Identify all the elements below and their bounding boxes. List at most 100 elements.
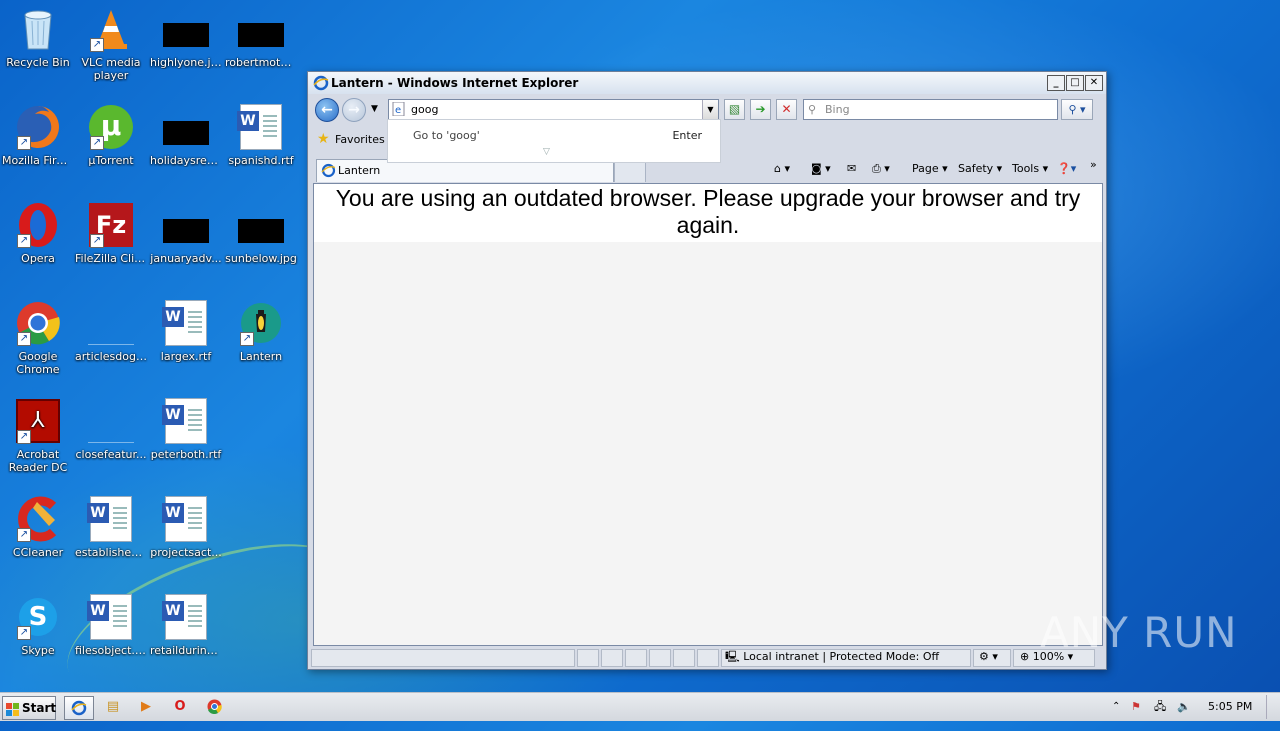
taskbar-opera-icon[interactable]: O xyxy=(166,696,194,718)
filezilla-icon: Fz ↗ xyxy=(88,202,134,248)
desktop-icon-articlesdog[interactable]: articlesdog.... xyxy=(73,300,149,363)
recent-pages-dropdown-icon[interactable]: ▼ xyxy=(371,104,378,114)
tools-menu[interactable]: Tools ▾ xyxy=(1012,162,1048,176)
icon-label: filesobject.rtf xyxy=(75,644,148,657)
shortcut-arrow-icon: ↗ xyxy=(17,234,31,248)
search-button[interactable]: ⚲ ▾ xyxy=(1061,99,1093,120)
expand-suggestions-icon[interactable]: ▽ xyxy=(543,147,550,157)
desktop-icon-sunbelow[interactable]: sunbelow.jpg xyxy=(223,202,299,265)
intranet-icon: 🖳 xyxy=(725,650,740,663)
desktop-icon-closefeatur[interactable]: closefeatur... xyxy=(73,398,149,461)
safety-menu[interactable]: Safety ▾ xyxy=(958,162,1002,176)
desktop-icon-recycle-bin[interactable]: Recycle Bin xyxy=(0,6,76,69)
back-button[interactable]: ← xyxy=(315,98,339,122)
search-box[interactable]: ⚲ Bing xyxy=(803,99,1058,120)
desktop-icon-peterboth[interactable]: W peterboth.rtf xyxy=(148,398,224,461)
icon-label: Google Chrome xyxy=(16,350,60,376)
address-bar[interactable]: e goog ▼ xyxy=(388,99,719,120)
desktop-icon-robertmotor[interactable]: robertmotor... xyxy=(223,6,299,69)
desktop-icon-vlc[interactable]: ↗ VLC media player xyxy=(73,6,149,82)
desktop-icon-highlyone[interactable]: highlyone.jpg xyxy=(148,6,224,69)
go-to-suggestion[interactable]: Go to 'goog' xyxy=(413,129,480,142)
status-segment xyxy=(673,649,695,667)
desktop-icon-established[interactable]: W established... xyxy=(73,496,149,559)
file-thumbnail-icon xyxy=(88,300,134,346)
desktop-icon-filesobject[interactable]: W filesobject.rtf xyxy=(73,594,149,657)
close-button[interactable]: ✕ xyxy=(1085,75,1103,91)
desktop-icon-acrobat-reader[interactable]: ⅄ ↗ Acrobat Reader DC xyxy=(0,398,76,474)
start-button[interactable]: Start xyxy=(2,696,56,720)
zone-indicator[interactable]: 🖳 Local intranet | Protected Mode: Off xyxy=(725,648,939,666)
volume-icon[interactable]: 🔈 xyxy=(1177,693,1191,721)
page-menu[interactable]: Page ▾ xyxy=(912,162,948,176)
taskbar-chrome-icon[interactable] xyxy=(200,696,228,718)
icon-label: closefeatur... xyxy=(75,448,147,461)
desktop-icon-ccleaner[interactable]: ↗ CCleaner xyxy=(0,496,76,559)
opera-icon: ↗ xyxy=(15,202,61,248)
icon-label: peterboth.rtf xyxy=(150,448,222,461)
desktop-icon-projectsact[interactable]: W projectsact... xyxy=(148,496,224,559)
ccleaner-icon: ↗ xyxy=(15,496,61,542)
desktop-icon-retailduring[interactable]: W retailduring.rtf xyxy=(148,594,224,657)
lantern-icon: ↗ xyxy=(238,300,284,346)
more-commands-icon[interactable]: » xyxy=(1090,158,1097,172)
word-document-icon: W xyxy=(162,300,209,346)
feeds-icon[interactable]: ◙ ▾ xyxy=(811,162,831,176)
title-bar[interactable]: Lantern - Windows Internet Explorer _ □ … xyxy=(308,72,1106,94)
network-icon[interactable]: 🖧 xyxy=(1154,693,1166,721)
desktop-icon-spanishd[interactable]: W spanishd.rtf xyxy=(223,104,299,167)
desktop-icon-lantern[interactable]: ↗ Lantern xyxy=(223,300,299,363)
desktop-icon-opera[interactable]: ↗ Opera xyxy=(0,202,76,265)
desktop-icon-firefox[interactable]: ↗ Mozilla Firefox xyxy=(0,104,76,167)
help-icon[interactable]: ❓▾ xyxy=(1057,162,1076,176)
taskbar-explorer-icon[interactable]: ▤ xyxy=(99,696,127,718)
action-center-flag-icon[interactable]: ⚑ xyxy=(1131,693,1141,721)
minimize-button[interactable]: _ xyxy=(1047,75,1065,91)
taskbar-ie-icon[interactable] xyxy=(64,696,94,720)
read-mail-icon[interactable]: ✉ xyxy=(847,162,856,176)
icon-label: articlesdog.... xyxy=(75,350,149,363)
zoom-icon: ⊕ xyxy=(1020,650,1030,663)
shortcut-arrow-icon: ↗ xyxy=(90,38,104,52)
image-thumbnail-icon xyxy=(238,202,284,248)
home-icon[interactable]: ⌂ ▾ xyxy=(774,162,790,176)
address-input[interactable]: goog xyxy=(411,100,438,119)
show-desktop-button[interactable] xyxy=(1266,695,1279,719)
desktop-icon-januaryadv[interactable]: januaryadv... xyxy=(148,202,224,265)
desktop-icon-filezilla[interactable]: Fz ↗ FileZilla Client xyxy=(73,202,149,265)
compatibility-view-button[interactable]: ▧ xyxy=(724,99,745,120)
icon-label: VLC media player xyxy=(81,56,141,82)
vlc-cone-icon: ↗ xyxy=(88,6,134,52)
print-icon[interactable]: ⎙ ▾ xyxy=(872,162,890,176)
maximize-button[interactable]: □ xyxy=(1066,75,1084,91)
outdated-browser-message: You are using an outdated browser. Pleas… xyxy=(314,184,1102,242)
desktop-icon-utorrent[interactable]: µ ↗ µTorrent xyxy=(73,104,149,167)
icon-label: largex.rtf xyxy=(160,350,212,363)
skype-icon: S ↗ xyxy=(15,594,61,640)
acrobat-icon: ⅄ ↗ xyxy=(15,398,61,444)
desktop-icon-google-chrome[interactable]: ↗ Google Chrome xyxy=(0,300,76,376)
shortcut-arrow-icon: ↗ xyxy=(17,136,31,150)
image-thumbnail-icon xyxy=(163,202,209,248)
desktop-icon-skype[interactable]: S ↗ Skype xyxy=(0,594,76,657)
show-hidden-icons-button[interactable]: ⌃ xyxy=(1112,693,1120,721)
word-document-icon: W xyxy=(162,496,209,542)
shortcut-arrow-icon: ↗ xyxy=(90,234,104,248)
forward-button[interactable]: → xyxy=(342,98,366,122)
icon-label: spanishd.rtf xyxy=(228,154,294,167)
taskbar-media-player-icon[interactable]: ▶ xyxy=(132,696,160,718)
image-thumbnail-icon xyxy=(163,104,209,150)
favorites-button[interactable]: Favorites xyxy=(335,133,385,146)
anyrun-watermark: ANY RUN xyxy=(1040,608,1238,657)
stop-button[interactable]: ✕ xyxy=(776,99,797,120)
taskbar-clock[interactable]: 5:05 PM xyxy=(1208,693,1252,721)
go-arrow-button[interactable]: ➔ xyxy=(750,99,771,120)
enter-hint: Enter xyxy=(672,129,702,142)
shortcut-arrow-icon: ↗ xyxy=(17,430,31,444)
desktop-icon-largex[interactable]: W largex.rtf xyxy=(148,300,224,363)
desktop-icon-holidaysrep[interactable]: holidaysrep... xyxy=(148,104,224,167)
word-document-icon: W xyxy=(237,104,284,150)
word-document-icon: W xyxy=(162,594,209,640)
address-dropdown-icon[interactable]: ▼ xyxy=(702,100,718,119)
icon-label: Lantern xyxy=(239,350,283,363)
